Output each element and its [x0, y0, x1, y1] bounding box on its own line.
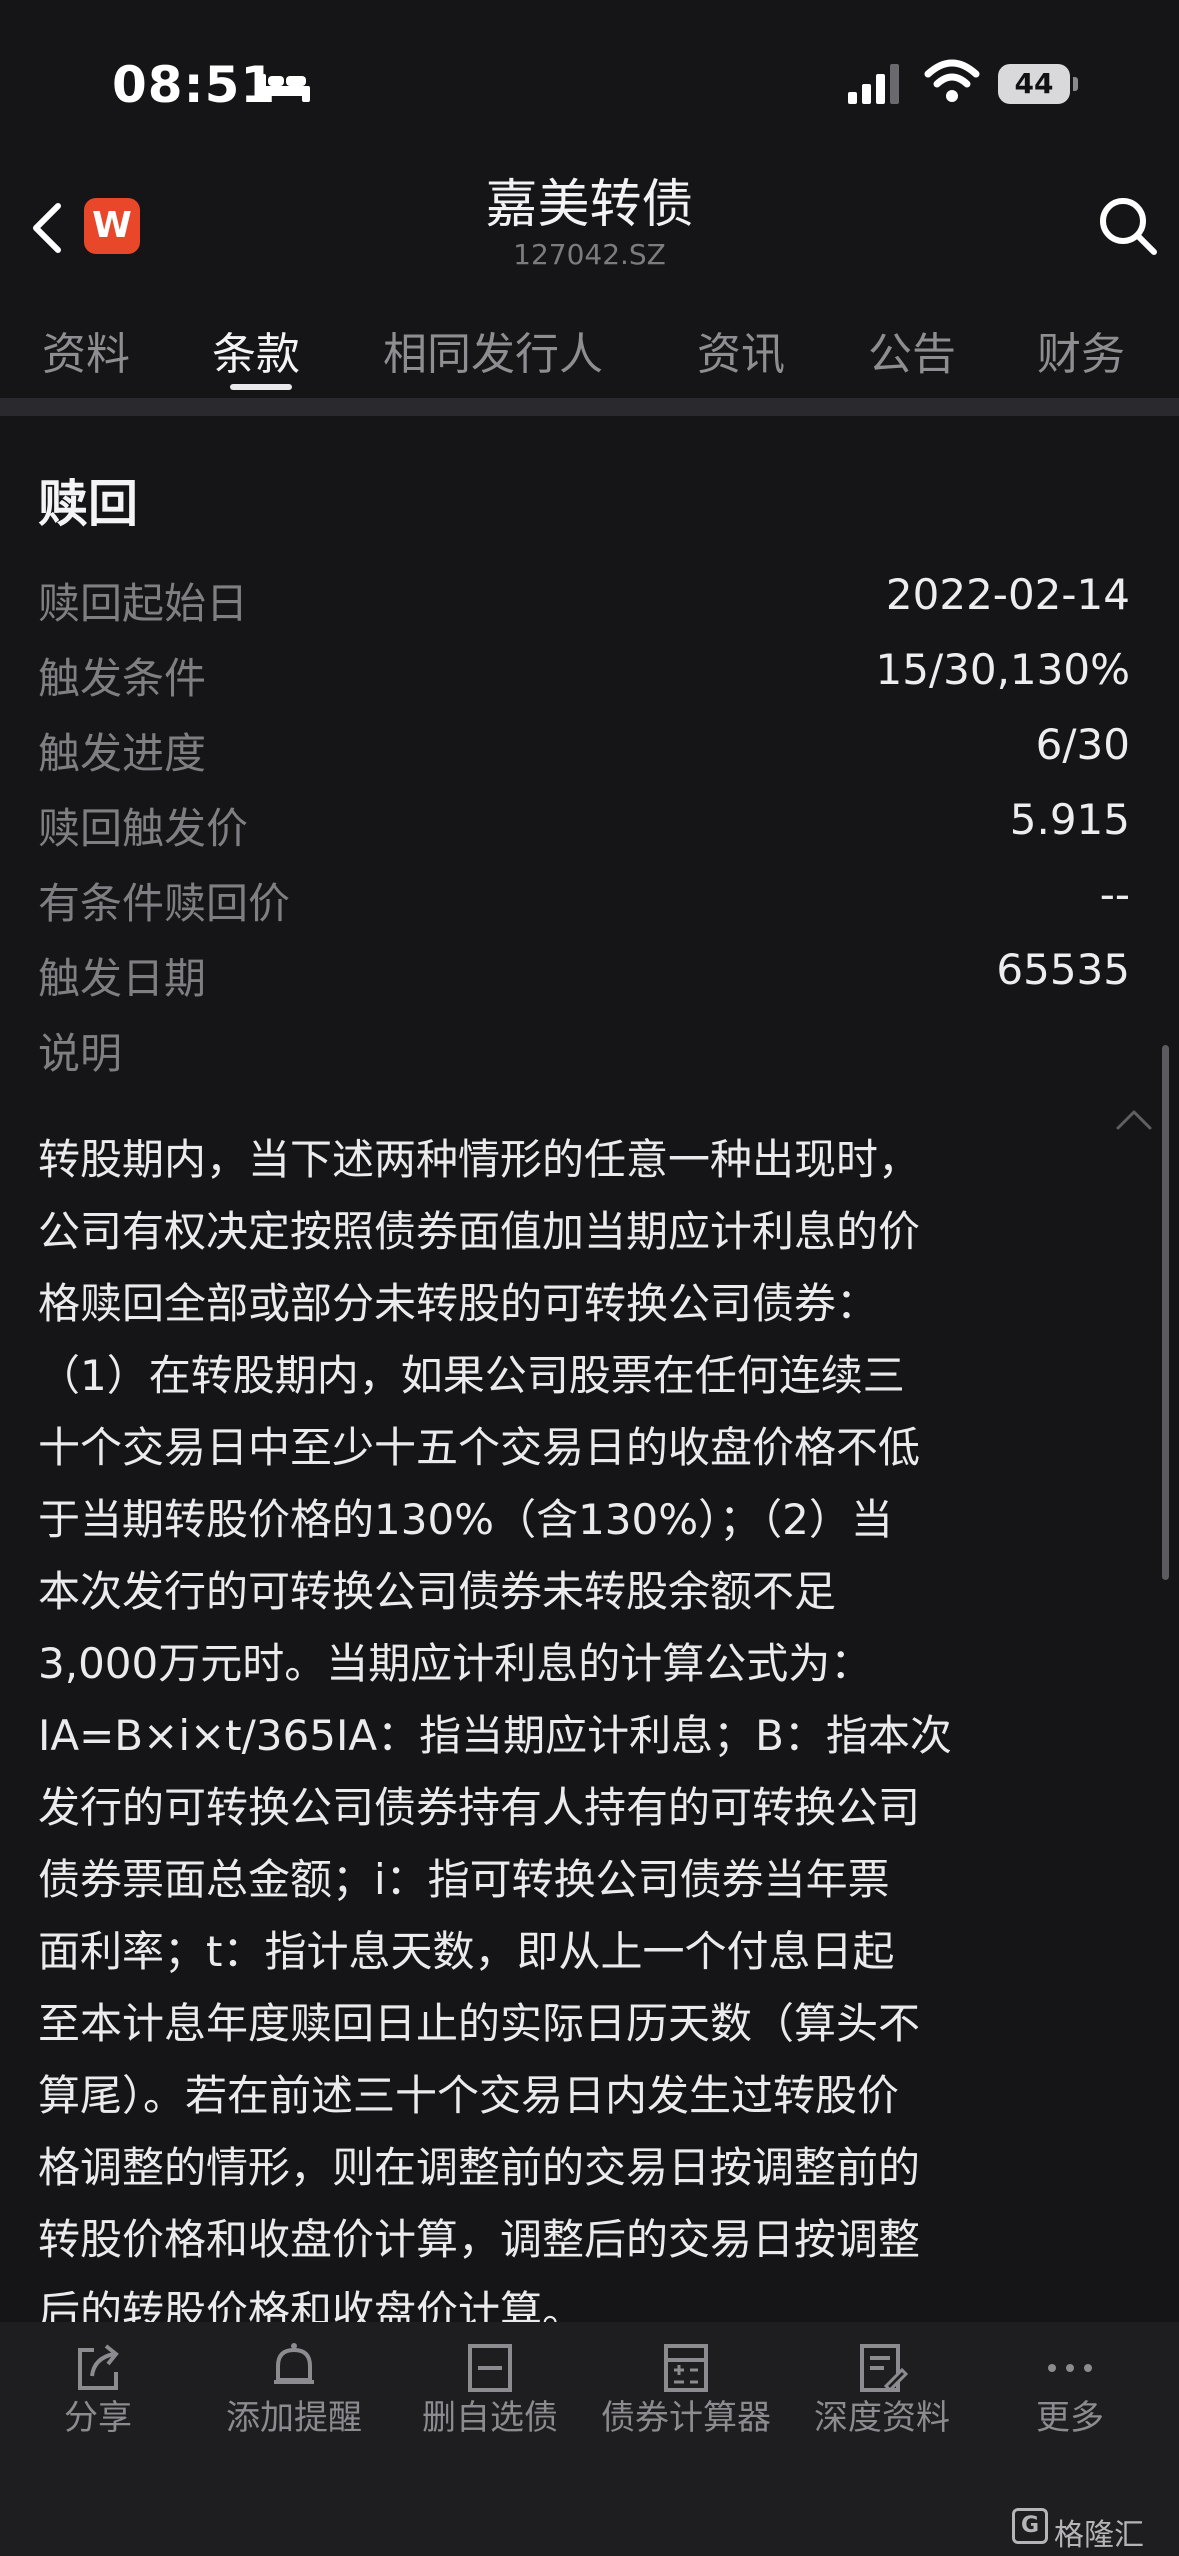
status-time: 08:51 — [112, 56, 277, 114]
row-label: 赎回起始日 — [38, 579, 249, 628]
row-value: 6/30 — [1035, 720, 1130, 769]
description-line: 至本计息年度赎回日止的实际日历天数（算头不 — [38, 1999, 921, 2048]
row-label: 赎回触发价 — [38, 804, 249, 853]
row-label: 说明 — [38, 1029, 123, 1078]
description-line: 算尾）。若在前述三十个交易日内发生过转股价 — [38, 2071, 900, 2120]
share-label: 分享 — [64, 2398, 132, 2438]
bell-icon — [274, 2343, 314, 2384]
description-line: 债券票面总金额；i：指可转换公司债券当年票 — [38, 1855, 890, 1904]
in-depth-data-button[interactable]: 深度资料 — [784, 2322, 980, 2462]
row-value: 5.915 — [1009, 795, 1130, 844]
status-bar: 08:51 44 — [0, 0, 1179, 160]
watermark-logo-icon: G — [1012, 2508, 1048, 2544]
row-trigger-progress: 触发进度 6/30 — [38, 720, 1138, 790]
description-line: 格调整的情形，则在调整前的交易日按调整前的 — [38, 2143, 921, 2192]
more-icon — [1048, 2364, 1092, 2372]
collapse-chevron-icon[interactable] — [1112, 1104, 1156, 1134]
nav-header: W 嘉美转债 127042.SZ — [0, 150, 1179, 290]
row-label: 触发进度 — [38, 729, 207, 778]
description-line: 本次发行的可转换公司债券未转股余额不足 — [38, 1567, 837, 1616]
add-reminder-label: 添加提醒 — [226, 2398, 362, 2438]
row-label: 有条件赎回价 — [38, 879, 291, 928]
add-reminder-button[interactable]: 添加提醒 — [196, 2322, 392, 2462]
description-line: 转股价格和收盘价计算，调整后的交易日按调整 — [38, 2215, 921, 2264]
bond-calculator-button[interactable]: 债券计算器 — [588, 2322, 784, 2462]
description-line: （1）在转股期内，如果公司股票在任何连续三 — [38, 1351, 905, 1400]
description-line: 面利率；t：指计息天数，即从上一个付息日起 — [38, 1927, 895, 1976]
description-line: 于当期转股价格的130%（含130%）；（2）当 — [38, 1495, 893, 1544]
minus-box-icon — [468, 2344, 512, 2392]
tab-bar: 资料 条款 相同发行人 资讯 公告 财务 — [0, 300, 1179, 390]
battery-indicator: 44 — [998, 64, 1078, 104]
description-line: 十个交易日中至少十五个交易日的收盘价格不低 — [38, 1423, 921, 1472]
row-value: -- — [1099, 870, 1130, 919]
search-icon[interactable] — [1096, 194, 1160, 258]
battery-level: 44 — [998, 64, 1070, 104]
share-button[interactable]: 分享 — [20, 2322, 176, 2462]
description-line: 转股期内，当下述两种情形的任意一种出现时， — [38, 1135, 921, 1184]
remove-watchlist-label: 删自选债 — [422, 2398, 558, 2438]
row-label: 触发条件 — [38, 654, 207, 703]
bond-code: 127042.SZ — [513, 238, 666, 271]
remove-watchlist-button[interactable]: 删自选债 — [392, 2322, 588, 2462]
scrollbar[interactable] — [1162, 1045, 1169, 1580]
section-divider — [0, 398, 1179, 416]
row-value: 65535 — [996, 945, 1130, 994]
document-icon — [860, 2344, 909, 2393]
description-line: 发行的可转换公司债券持有人持有的可转换公司 — [38, 1783, 921, 1832]
cellular-signal-icon — [848, 64, 899, 104]
description-line: IA=B×i×t/365IA：指当期应计利息；B：指本次 — [38, 1711, 952, 1760]
bond-calculator-label: 债券计算器 — [601, 2398, 771, 2438]
row-trigger-date: 触发日期 65535 — [38, 945, 1138, 1015]
row-description: 说明 — [38, 1020, 1138, 1090]
wifi-icon — [924, 59, 980, 102]
tab-terms[interactable]: 条款 — [212, 318, 300, 382]
bottom-toolbar: 分享 添加提醒 删自选债 债券计算器 深度资料 更多 — [0, 2322, 1179, 2556]
row-trigger-condition: 触发条件 15/30,130% — [38, 645, 1138, 715]
watermark: 格隆汇 — [1054, 2518, 1144, 2553]
tab-announcements[interactable]: 公告 — [868, 318, 956, 382]
tab-financials[interactable]: 财务 — [1037, 318, 1125, 382]
more-button[interactable]: 更多 — [980, 2322, 1160, 2462]
active-tab-indicator — [230, 384, 292, 390]
row-value: 2022-02-14 — [885, 570, 1130, 619]
sleep-mode-icon — [258, 74, 310, 102]
row-label: 触发日期 — [38, 954, 207, 1003]
tab-profile[interactable]: 资料 — [42, 318, 130, 382]
share-icon — [78, 2344, 119, 2390]
calculator-icon — [664, 2344, 708, 2392]
in-depth-data-label: 深度资料 — [814, 2398, 950, 2438]
description-line: 公司有权决定按照债券面值加当期应计利息的价 — [38, 1207, 921, 1256]
page-title: 嘉美转债 — [485, 175, 694, 235]
more-label: 更多 — [1036, 2398, 1104, 2438]
tab-news[interactable]: 资讯 — [697, 318, 785, 382]
row-redemption-start-date: 赎回起始日 2022-02-14 — [38, 570, 1138, 640]
row-trigger-price: 赎回触发价 5.915 — [38, 795, 1138, 865]
row-conditional-redemption-price: 有条件赎回价 -- — [38, 870, 1138, 940]
description-line: 3,000万元时。当期应计利息的计算公式为： — [38, 1639, 873, 1688]
row-value: 15/30,130% — [875, 645, 1130, 694]
description-line: 格赎回全部或部分未转股的可转换公司债券： — [38, 1279, 879, 1328]
description-text: 转股期内，当下述两种情形的任意一种出现时， 公司有权决定按照债券面值加当期应计利… — [38, 1124, 1078, 2348]
section-title: 赎回 — [38, 475, 138, 533]
tab-same-issuer[interactable]: 相同发行人 — [383, 318, 603, 382]
